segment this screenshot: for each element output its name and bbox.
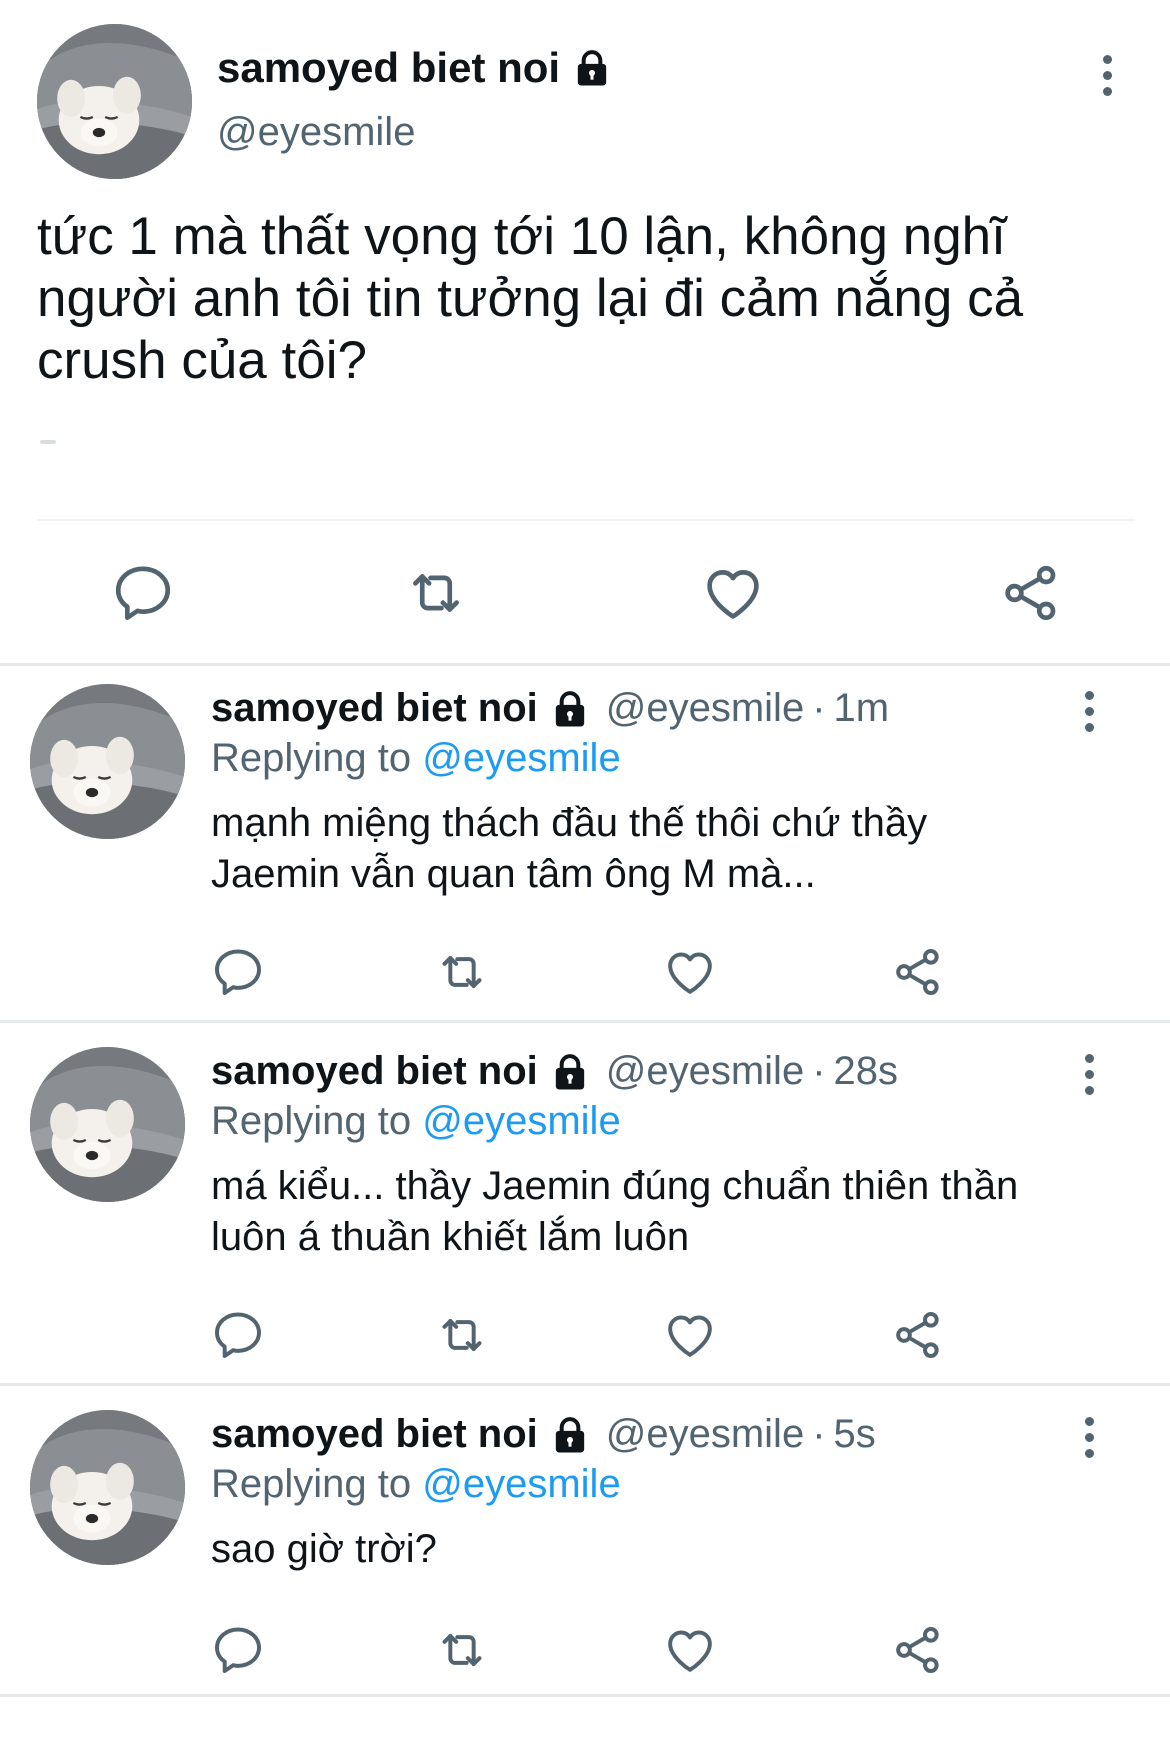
- tweet-actions: [0, 560, 1170, 626]
- replying-to-label: Replying to: [211, 1099, 412, 1143]
- faded-mark: [40, 440, 56, 444]
- author-display-name[interactable]: samoyed biet noi: [211, 1049, 538, 1094]
- more-icon-dot: [1084, 1432, 1094, 1442]
- replying-to-label: Replying to: [211, 1462, 412, 1506]
- samoyed-avatar-image: [30, 1410, 185, 1565]
- main-tweet: samoyed biet noi @eyesmile tức 1 mà thất…: [0, 0, 1170, 665]
- retweet-icon[interactable]: [434, 944, 490, 1000]
- author-display-name[interactable]: samoyed biet noi: [211, 1412, 538, 1457]
- reply-icon[interactable]: [210, 1307, 266, 1363]
- tweet-actions: [0, 944, 1170, 1000]
- author-handle[interactable]: @eyesmile: [606, 1049, 804, 1094]
- author-handle[interactable]: @eyesmile: [606, 686, 804, 731]
- more-icon-dot: [1084, 1053, 1094, 1063]
- lock-icon: [572, 48, 612, 88]
- author-name-row[interactable]: samoyed biet noi: [217, 44, 612, 92]
- share-icon[interactable]: [998, 560, 1064, 626]
- separator-dot: ·: [812, 686, 826, 730]
- replying-to-handle-link[interactable]: @eyesmile: [422, 1099, 620, 1143]
- tweet-text: mạnh miệng thách đầu thế thôi chứ thầy J…: [211, 801, 928, 896]
- lock-icon: [550, 1052, 590, 1092]
- reply-icon[interactable]: [210, 1622, 266, 1678]
- replying-to: Replying to @eyesmile: [211, 1099, 621, 1144]
- tweet-text: má kiểu... thầy Jaemin đúng chuẩn thiên …: [211, 1164, 1019, 1259]
- separator-dot: ·: [812, 1049, 826, 1093]
- more-options-button[interactable]: [1092, 50, 1122, 100]
- share-icon[interactable]: [890, 1307, 946, 1363]
- tweet-actions: [0, 1622, 1170, 1678]
- lock-icon: [550, 1415, 590, 1455]
- separator-dot: ·: [812, 1412, 826, 1456]
- replying-to-label: Replying to: [211, 736, 412, 780]
- avatar[interactable]: [30, 1410, 185, 1565]
- avatar[interactable]: [30, 684, 185, 839]
- replying-to-handle-link[interactable]: @eyesmile: [422, 736, 620, 780]
- author-display-name[interactable]: samoyed biet noi: [211, 686, 538, 731]
- timestamp[interactable]: 5s: [834, 1412, 876, 1457]
- more-icon-dot: [1084, 690, 1094, 700]
- replying-to: Replying to @eyesmile: [211, 736, 621, 781]
- more-options-button[interactable]: [1074, 1049, 1104, 1099]
- author-display-name[interactable]: samoyed biet noi: [217, 44, 560, 92]
- author-handle[interactable]: @eyesmile: [606, 1412, 804, 1457]
- more-icon-dot: [1102, 86, 1112, 96]
- separator: [0, 1694, 1170, 1697]
- more-icon-dot: [1084, 706, 1094, 716]
- reply-tweet: samoyed biet noi @eyesmile · 5s Replying…: [0, 1392, 1170, 1752]
- like-icon[interactable]: [662, 944, 718, 1000]
- more-options-button[interactable]: [1074, 1412, 1104, 1462]
- more-icon-dot: [1084, 1448, 1094, 1458]
- reply-tweet: samoyed biet noi @eyesmile · 1m Replying…: [0, 666, 1170, 1026]
- more-icon-dot: [1084, 1085, 1094, 1095]
- more-icon-dot: [1084, 722, 1094, 732]
- avatar[interactable]: [30, 1047, 185, 1202]
- separator: [0, 1020, 1170, 1023]
- more-icon-dot: [1084, 1416, 1094, 1426]
- reply-header: samoyed biet noi @eyesmile · 1m: [211, 686, 889, 731]
- like-icon[interactable]: [662, 1307, 718, 1363]
- timestamp[interactable]: 28s: [834, 1049, 899, 1094]
- replying-to-handle-link[interactable]: @eyesmile: [422, 1462, 620, 1506]
- divider: [37, 519, 1135, 521]
- separator: [0, 1383, 1170, 1386]
- like-icon[interactable]: [662, 1622, 718, 1678]
- author-handle[interactable]: @eyesmile: [217, 110, 415, 155]
- tweet-text: tức 1 mà thất vọng tới 10 lận, không ngh…: [37, 207, 1024, 390]
- more-icon-dot: [1102, 54, 1112, 64]
- more-icon-dot: [1102, 70, 1112, 80]
- reply-icon[interactable]: [210, 944, 266, 1000]
- samoyed-avatar-image: [37, 24, 192, 179]
- avatar[interactable]: [37, 24, 192, 179]
- lock-icon: [550, 689, 590, 729]
- reply-icon[interactable]: [110, 560, 176, 626]
- more-icon-dot: [1084, 1069, 1094, 1079]
- reply-header: samoyed biet noi @eyesmile · 28s: [211, 1049, 898, 1094]
- samoyed-avatar-image: [30, 684, 185, 839]
- tweet-text: sao giờ trời?: [211, 1527, 437, 1571]
- reply-header: samoyed biet noi @eyesmile · 5s: [211, 1412, 876, 1457]
- reply-tweet: samoyed biet noi @eyesmile · 28s Replyin…: [0, 1029, 1170, 1389]
- share-icon[interactable]: [890, 944, 946, 1000]
- share-icon[interactable]: [890, 1622, 946, 1678]
- tweet-actions: [0, 1307, 1170, 1363]
- replying-to: Replying to @eyesmile: [211, 1462, 621, 1507]
- samoyed-avatar-image: [30, 1047, 185, 1202]
- like-icon[interactable]: [700, 560, 766, 626]
- timestamp[interactable]: 1m: [834, 686, 890, 731]
- retweet-icon[interactable]: [403, 560, 469, 626]
- retweet-icon[interactable]: [434, 1622, 490, 1678]
- retweet-icon[interactable]: [434, 1307, 490, 1363]
- more-options-button[interactable]: [1074, 686, 1104, 736]
